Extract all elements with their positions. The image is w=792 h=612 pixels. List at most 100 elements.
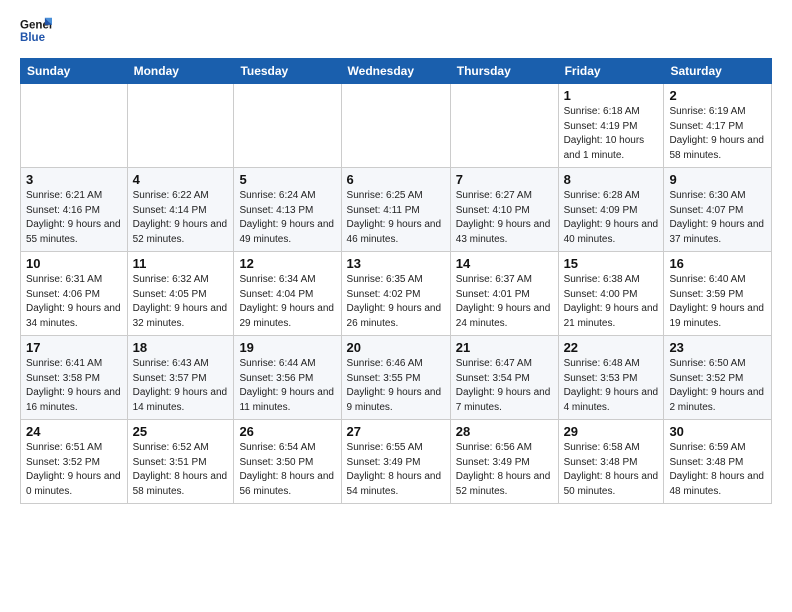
calendar-cell: 3 Sunrise: 6:21 AM Sunset: 4:16 PM Daylig… (21, 168, 128, 252)
day-info: Sunrise: 6:40 AM Sunset: 3:59 PM Dayligh… (669, 273, 766, 331)
day-number: 2 (669, 88, 766, 103)
calendar-cell: 29 Sunrise: 6:58 AM Sunset: 3:48 PM Dayli… (558, 420, 664, 504)
calendar-cell: 23 Sunrise: 6:50 AM Sunset: 3:52 PM Dayli… (664, 336, 772, 420)
calendar-cell: 12 Sunrise: 6:34 AM Sunset: 4:04 PM Dayli… (234, 252, 341, 336)
day-info: Sunrise: 6:59 AM Sunset: 3:48 PM Dayligh… (669, 441, 766, 499)
day-info: Sunrise: 6:47 AM Sunset: 3:54 PM Dayligh… (456, 357, 553, 415)
calendar-cell: 16 Sunrise: 6:40 AM Sunset: 3:59 PM Dayli… (664, 252, 772, 336)
calendar-cell: 6 Sunrise: 6:25 AM Sunset: 4:11 PM Daylig… (341, 168, 450, 252)
day-number: 20 (347, 340, 445, 355)
calendar-cell: 17 Sunrise: 6:41 AM Sunset: 3:58 PM Dayli… (21, 336, 128, 420)
calendar-cell: 18 Sunrise: 6:43 AM Sunset: 3:57 PM Dayli… (127, 336, 234, 420)
day-info: Sunrise: 6:31 AM Sunset: 4:06 PM Dayligh… (26, 273, 122, 331)
day-info: Sunrise: 6:30 AM Sunset: 4:07 PM Dayligh… (669, 189, 766, 247)
calendar-cell: 27Sunrise: 6:55 AM Sunset: 3:49 PM Dayli… (341, 420, 450, 504)
calendar-cell: 24 Sunrise: 6:51 AM Sunset: 3:52 PM Dayli… (21, 420, 128, 504)
day-info: Sunrise: 6:34 AM Sunset: 4:04 PM Dayligh… (239, 273, 335, 331)
day-number: 10 (26, 256, 122, 271)
calendar-cell: 5Sunrise: 6:24 AM Sunset: 4:13 PM Daylig… (234, 168, 341, 252)
day-info: Sunrise: 6:50 AM Sunset: 3:52 PM Dayligh… (669, 357, 766, 415)
calendar-cell: 11Sunrise: 6:32 AM Sunset: 4:05 PM Dayli… (127, 252, 234, 336)
day-info: Sunrise: 6:52 AM Sunset: 3:51 PM Dayligh… (133, 441, 229, 499)
col-header-friday: Friday (558, 59, 664, 84)
calendar-cell: 14 Sunrise: 6:37 AM Sunset: 4:01 PM Dayli… (450, 252, 558, 336)
calendar-cell (127, 84, 234, 168)
calendar-cell: 26Sunrise: 6:54 AM Sunset: 3:50 PM Dayli… (234, 420, 341, 504)
day-info: Sunrise: 6:51 AM Sunset: 3:52 PM Dayligh… (26, 441, 122, 499)
day-info: Sunrise: 6:18 AM Sunset: 4:19 PM Dayligh… (564, 105, 659, 163)
week-row-5: 24 Sunrise: 6:51 AM Sunset: 3:52 PM Dayli… (21, 420, 772, 504)
calendar-cell: 25Sunrise: 6:52 AM Sunset: 3:51 PM Dayli… (127, 420, 234, 504)
calendar-cell: 7 Sunrise: 6:27 AM Sunset: 4:10 PM Daylig… (450, 168, 558, 252)
day-info: Sunrise: 6:41 AM Sunset: 3:58 PM Dayligh… (26, 357, 122, 415)
day-info: Sunrise: 6:27 AM Sunset: 4:10 PM Dayligh… (456, 189, 553, 247)
day-number: 15 (564, 256, 659, 271)
calendar-cell (234, 84, 341, 168)
day-number: 29 (564, 424, 659, 439)
calendar-cell: 8 Sunrise: 6:28 AM Sunset: 4:09 PM Daylig… (558, 168, 664, 252)
day-number: 24 (26, 424, 122, 439)
day-number: 13 (347, 256, 445, 271)
day-number: 1 (564, 88, 659, 103)
calendar: SundayMondayTuesdayWednesdayThursdayFrid… (20, 58, 772, 504)
calendar-cell (341, 84, 450, 168)
week-row-3: 10 Sunrise: 6:31 AM Sunset: 4:06 PM Dayli… (21, 252, 772, 336)
day-number: 16 (669, 256, 766, 271)
week-row-2: 3 Sunrise: 6:21 AM Sunset: 4:16 PM Daylig… (21, 168, 772, 252)
header: General Blue (20, 16, 772, 48)
day-info: Sunrise: 6:37 AM Sunset: 4:01 PM Dayligh… (456, 273, 553, 331)
day-info: Sunrise: 6:25 AM Sunset: 4:11 PM Dayligh… (347, 189, 445, 247)
day-info: Sunrise: 6:44 AM Sunset: 3:56 PM Dayligh… (239, 357, 335, 415)
day-info: Sunrise: 6:58 AM Sunset: 3:48 PM Dayligh… (564, 441, 659, 499)
calendar-cell: 15 Sunrise: 6:38 AM Sunset: 4:00 PM Dayli… (558, 252, 664, 336)
day-number: 11 (133, 256, 229, 271)
day-number: 14 (456, 256, 553, 271)
col-header-tuesday: Tuesday (234, 59, 341, 84)
col-header-sunday: Sunday (21, 59, 128, 84)
day-number: 4 (133, 172, 229, 187)
day-info: Sunrise: 6:19 AM Sunset: 4:17 PM Dayligh… (669, 105, 766, 163)
calendar-cell: 22 Sunrise: 6:48 AM Sunset: 3:53 PM Dayli… (558, 336, 664, 420)
day-number: 6 (347, 172, 445, 187)
day-number: 8 (564, 172, 659, 187)
day-number: 12 (239, 256, 335, 271)
day-info: Sunrise: 6:21 AM Sunset: 4:16 PM Dayligh… (26, 189, 122, 247)
calendar-cell: 30 Sunrise: 6:59 AM Sunset: 3:48 PM Dayli… (664, 420, 772, 504)
day-number: 23 (669, 340, 766, 355)
calendar-cell: 13 Sunrise: 6:35 AM Sunset: 4:02 PM Dayli… (341, 252, 450, 336)
day-info: Sunrise: 6:46 AM Sunset: 3:55 PM Dayligh… (347, 357, 445, 415)
logo-icon: General Blue (20, 16, 52, 48)
calendar-cell: 20 Sunrise: 6:46 AM Sunset: 3:55 PM Dayli… (341, 336, 450, 420)
day-number: 7 (456, 172, 553, 187)
day-number: 17 (26, 340, 122, 355)
day-number: 22 (564, 340, 659, 355)
col-header-saturday: Saturday (664, 59, 772, 84)
week-row-4: 17 Sunrise: 6:41 AM Sunset: 3:58 PM Dayli… (21, 336, 772, 420)
day-number: 9 (669, 172, 766, 187)
day-number: 3 (26, 172, 122, 187)
day-info: Sunrise: 6:56 AM Sunset: 3:49 PM Dayligh… (456, 441, 553, 499)
calendar-cell: 9 Sunrise: 6:30 AM Sunset: 4:07 PM Daylig… (664, 168, 772, 252)
logo: General Blue (20, 16, 52, 48)
calendar-cell: 2 Sunrise: 6:19 AM Sunset: 4:17 PM Daylig… (664, 84, 772, 168)
calendar-cell: 21 Sunrise: 6:47 AM Sunset: 3:54 PM Dayli… (450, 336, 558, 420)
calendar-cell: 1 Sunrise: 6:18 AM Sunset: 4:19 PM Daylig… (558, 84, 664, 168)
calendar-cell: 4 Sunrise: 6:22 AM Sunset: 4:14 PM Daylig… (127, 168, 234, 252)
day-info: Sunrise: 6:48 AM Sunset: 3:53 PM Dayligh… (564, 357, 659, 415)
col-header-thursday: Thursday (450, 59, 558, 84)
day-info: Sunrise: 6:22 AM Sunset: 4:14 PM Dayligh… (133, 189, 229, 247)
day-info: Sunrise: 6:24 AM Sunset: 4:13 PM Dayligh… (239, 189, 335, 247)
day-info: Sunrise: 6:54 AM Sunset: 3:50 PM Dayligh… (239, 441, 335, 499)
day-info: Sunrise: 6:28 AM Sunset: 4:09 PM Dayligh… (564, 189, 659, 247)
calendar-cell: 19Sunrise: 6:44 AM Sunset: 3:56 PM Dayli… (234, 336, 341, 420)
calendar-header-row: SundayMondayTuesdayWednesdayThursdayFrid… (21, 59, 772, 84)
day-number: 21 (456, 340, 553, 355)
day-number: 28 (456, 424, 553, 439)
day-info: Sunrise: 6:43 AM Sunset: 3:57 PM Dayligh… (133, 357, 229, 415)
day-number: 18 (133, 340, 229, 355)
day-number: 30 (669, 424, 766, 439)
day-info: Sunrise: 6:35 AM Sunset: 4:02 PM Dayligh… (347, 273, 445, 331)
calendar-cell (21, 84, 128, 168)
day-info: Sunrise: 6:38 AM Sunset: 4:00 PM Dayligh… (564, 273, 659, 331)
calendar-cell: 10 Sunrise: 6:31 AM Sunset: 4:06 PM Dayli… (21, 252, 128, 336)
